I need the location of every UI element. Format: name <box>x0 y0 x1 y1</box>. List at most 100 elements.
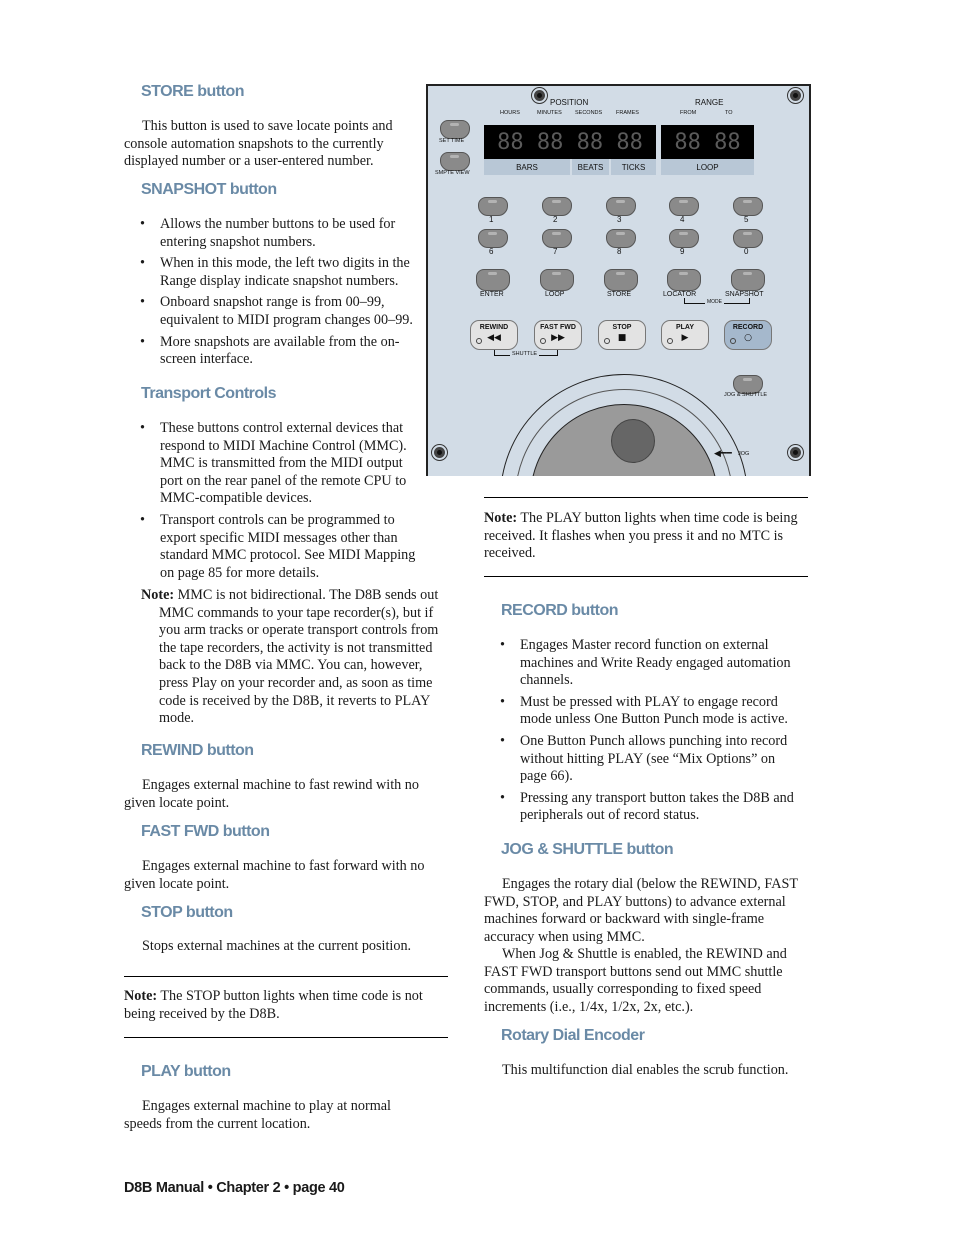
snapshot-bullets: Allows the number buttons to be used for… <box>124 216 424 373</box>
rotary-heading: Rotary Dial Encoder <box>501 1027 645 1044</box>
range-title: RANGE <box>695 98 724 107</box>
list-item: These buttons control external devices t… <box>124 420 424 508</box>
loop-label: LOOP <box>661 159 754 175</box>
key-label: ENTER <box>480 291 504 298</box>
button-label: RECORD <box>732 324 764 331</box>
rewind-body: Engages external machine to fast rewind … <box>124 777 419 811</box>
position-sublabel: MINUTES <box>537 110 562 116</box>
position-sublabel: SECONDS <box>575 110 603 116</box>
loop-key <box>540 269 574 291</box>
divider <box>484 497 808 498</box>
key-9 <box>669 229 699 248</box>
key-2 <box>542 197 572 216</box>
transport-note: Note: MMC is not bidirectional. The D8B … <box>141 587 449 728</box>
stop-body: Stops external machines at the current p… <box>142 938 412 954</box>
jog-shuttle-label: JOG & SHUTTLE <box>724 392 768 398</box>
rewind-button: REWIND ◀◀ <box>470 320 518 350</box>
store-key <box>604 269 638 291</box>
key-label: 7 <box>553 247 558 256</box>
jog-shuttle-body-2: When Jog & Shuttle is enabled, the REWIN… <box>484 946 787 1015</box>
arrow-left-icon: ◀━━ <box>714 448 732 458</box>
key-8 <box>606 229 636 248</box>
bars-label: BARS <box>484 159 570 175</box>
range-sublabel: FROM <box>680 110 697 116</box>
list-item: Allows the number buttons to be used for… <box>124 216 424 251</box>
fastfwd-body: Engages external machine to fast forward… <box>124 858 425 892</box>
play-button: PLAY ▶ <box>661 320 709 350</box>
key-5 <box>733 197 763 216</box>
smpte-view-key <box>440 152 470 171</box>
screw-icon <box>434 447 445 458</box>
key-6 <box>478 229 508 248</box>
fast-fwd-button: FAST FWD ▶▶ <box>534 320 582 350</box>
record-button: RECORD ○ <box>724 320 772 350</box>
screw-icon <box>534 90 545 101</box>
position-sublabel: HOURS <box>500 110 520 116</box>
key-label: 0 <box>744 247 749 256</box>
screw-icon <box>790 90 801 101</box>
snapshot-heading: SNAPSHOT button <box>141 181 277 198</box>
mode-label: MODE <box>705 299 724 305</box>
list-item: One Button Punch allows punching into re… <box>484 733 794 786</box>
dial-finger-grip <box>611 419 655 463</box>
transport-heading: Transport Controls <box>141 385 277 402</box>
fast-forward-icon: ▶▶ <box>551 333 565 343</box>
play-note: Note: The PLAY button lights when time c… <box>484 510 812 563</box>
play-icon: ▶ <box>681 333 689 343</box>
range-sublabel: TO <box>725 110 733 116</box>
note-text: MMC is not bidirectional. The D8B sends … <box>159 587 439 727</box>
jog-shuttle-body-1: Engages the rotary dial (below the REWIN… <box>484 876 798 945</box>
list-item: Must be pressed with PLAY to engage reco… <box>484 694 794 729</box>
key-label: 4 <box>680 215 685 224</box>
smpte-view-label: SMPTE VIEW <box>435 170 470 176</box>
beats-label: BEATS <box>572 159 609 175</box>
rotary-body: This multifunction dial enables the scru… <box>502 1062 789 1078</box>
divider <box>124 1037 448 1038</box>
note-text: The PLAY button lights when time code is… <box>484 510 798 562</box>
jog-label: JOG <box>738 451 750 457</box>
stop-icon: ■ <box>617 333 627 343</box>
store-body: This button is used to save locate point… <box>124 118 393 170</box>
record-bullets: Engages Master record function on extern… <box>484 637 794 829</box>
locator-key <box>667 269 701 291</box>
note-text: The STOP button lights when time code is… <box>124 988 423 1022</box>
note-label: Note: <box>484 510 518 526</box>
range-display: 88 88 <box>661 125 754 159</box>
key-1 <box>478 197 508 216</box>
transport-bullets: These buttons control external devices t… <box>124 420 424 586</box>
play-heading: PLAY button <box>141 1063 231 1080</box>
note-label: Note: <box>141 587 175 603</box>
jog-shuttle-heading: JOG & SHUTTLE button <box>501 841 674 858</box>
key-0 <box>733 229 763 248</box>
key-label: 5 <box>744 215 749 224</box>
key-label: LOOP <box>545 291 565 298</box>
position-display: 88 88 88 88 <box>484 125 656 159</box>
rewind-icon: ◀◀ <box>487 333 501 343</box>
record-icon: ○ <box>744 333 752 343</box>
stop-heading: STOP button <box>141 904 233 921</box>
stop-button: STOP ■ <box>598 320 646 350</box>
record-heading: RECORD button <box>501 602 619 619</box>
key-label: SNAPSHOT <box>725 291 764 298</box>
key-7 <box>542 229 572 248</box>
fastfwd-heading: FAST FWD button <box>141 823 270 840</box>
set-time-key <box>440 120 470 139</box>
key-label: 3 <box>617 215 622 224</box>
divider <box>484 576 808 577</box>
page-footer: D8B Manual • Chapter 2 • page 40 <box>124 1180 345 1196</box>
set-time-label: SET TIME <box>439 138 465 144</box>
key-label: 2 <box>553 215 558 224</box>
key-4 <box>669 197 699 216</box>
list-item: Pressing any transport button takes the … <box>484 790 794 825</box>
enter-key <box>476 269 510 291</box>
list-item: More snapshots are available from the on… <box>124 334 424 369</box>
key-label: 8 <box>617 247 622 256</box>
transport-panel-illustration: POSITION HOURS MINUTES SECONDS FRAMES RA… <box>426 84 811 476</box>
screw-icon <box>790 447 801 458</box>
rewind-heading: REWIND button <box>141 742 254 759</box>
key-label: 1 <box>489 215 494 224</box>
stop-note: Note: The STOP button lights when time c… <box>124 988 450 1023</box>
snapshot-key <box>731 269 765 291</box>
note-label: Note: <box>124 988 158 1004</box>
position-sublabel: FRAMES <box>616 110 639 116</box>
